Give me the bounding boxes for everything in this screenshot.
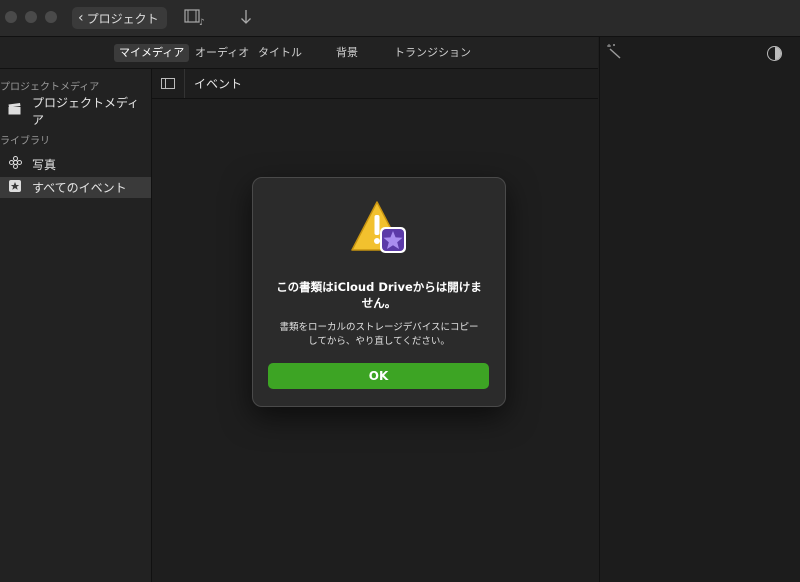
tab-backgrounds[interactable]: 背景 xyxy=(331,44,363,62)
toggle-sidebar-button[interactable] xyxy=(152,69,185,98)
star-box-icon xyxy=(8,179,22,196)
dialog-title-line: せん。 xyxy=(361,296,397,310)
chevron-left-icon: ‹ xyxy=(78,10,84,26)
tab-transitions[interactable]: トランジション xyxy=(389,44,476,62)
ok-button[interactable]: OK xyxy=(268,363,489,389)
minimize-window-button[interactable] xyxy=(25,11,37,23)
content-header: イベント xyxy=(152,69,598,99)
sidebar-item-project-media[interactable]: プロジェクトメディア xyxy=(0,96,151,127)
error-dialog: この書類はiCloud Driveからは開けま せん。 書類をローカルのストレー… xyxy=(252,177,506,407)
tab-titles[interactable]: タイトル xyxy=(253,44,307,62)
color-balance-icon[interactable] xyxy=(767,46,782,61)
media-tabs: マイメディア オーディオ タイトル 背景 トランジション xyxy=(0,37,598,69)
photos-flower-icon xyxy=(8,156,22,173)
sidebar-item-label: プロジェクトメディア xyxy=(31,95,140,127)
viewer-pane xyxy=(599,37,800,582)
dialog-title: この書類はiCloud Driveからは開けま せん。 xyxy=(267,279,491,311)
dialog-message-line: してから、やり直してください。 xyxy=(308,336,450,347)
section-project-media: プロジェクトメディア xyxy=(0,82,100,93)
title-bar: ‹ プロジェクト ♪ xyxy=(0,0,800,37)
clapperboard-icon xyxy=(8,102,22,119)
tab-my-media[interactable]: マイメディア xyxy=(114,44,190,62)
download-arrow-icon[interactable] xyxy=(240,9,252,29)
sidebar-item-label: すべてのイベント xyxy=(32,181,127,195)
library-sidebar: プロジェクトメディア プロジェクトメディア ライブラリ 写真 すべてのイベント xyxy=(0,69,152,582)
back-to-projects-button[interactable]: ‹ プロジェクト xyxy=(72,7,167,29)
sidebar-item-all-events[interactable]: すべてのイベント xyxy=(0,177,151,198)
tab-audio[interactable]: オーディオ xyxy=(190,44,254,62)
sidebar-item-photos[interactable]: 写真 xyxy=(0,154,151,175)
dialog-message-line: 書類をローカルのストレージデバイスにコピー xyxy=(279,322,479,333)
back-button-label: プロジェクト xyxy=(86,11,159,26)
film-music-icon[interactable]: ♪ xyxy=(184,8,208,30)
close-window-button[interactable] xyxy=(5,11,17,23)
zoom-window-button[interactable] xyxy=(45,11,57,23)
dialog-title-line: この書類はiCloud Driveからは開けま xyxy=(276,280,482,294)
sidebar-toggle-icon xyxy=(161,78,175,89)
event-header-label: イベント xyxy=(194,77,243,91)
warning-icon xyxy=(349,200,409,258)
section-library: ライブラリ xyxy=(0,136,50,147)
dialog-message: 書類をローカルのストレージデバイスにコピー してから、やり直してください。 xyxy=(267,321,491,349)
sidebar-item-label: 写真 xyxy=(32,158,57,172)
magic-wand-icon[interactable] xyxy=(606,43,624,63)
svg-text:♪: ♪ xyxy=(199,18,205,26)
